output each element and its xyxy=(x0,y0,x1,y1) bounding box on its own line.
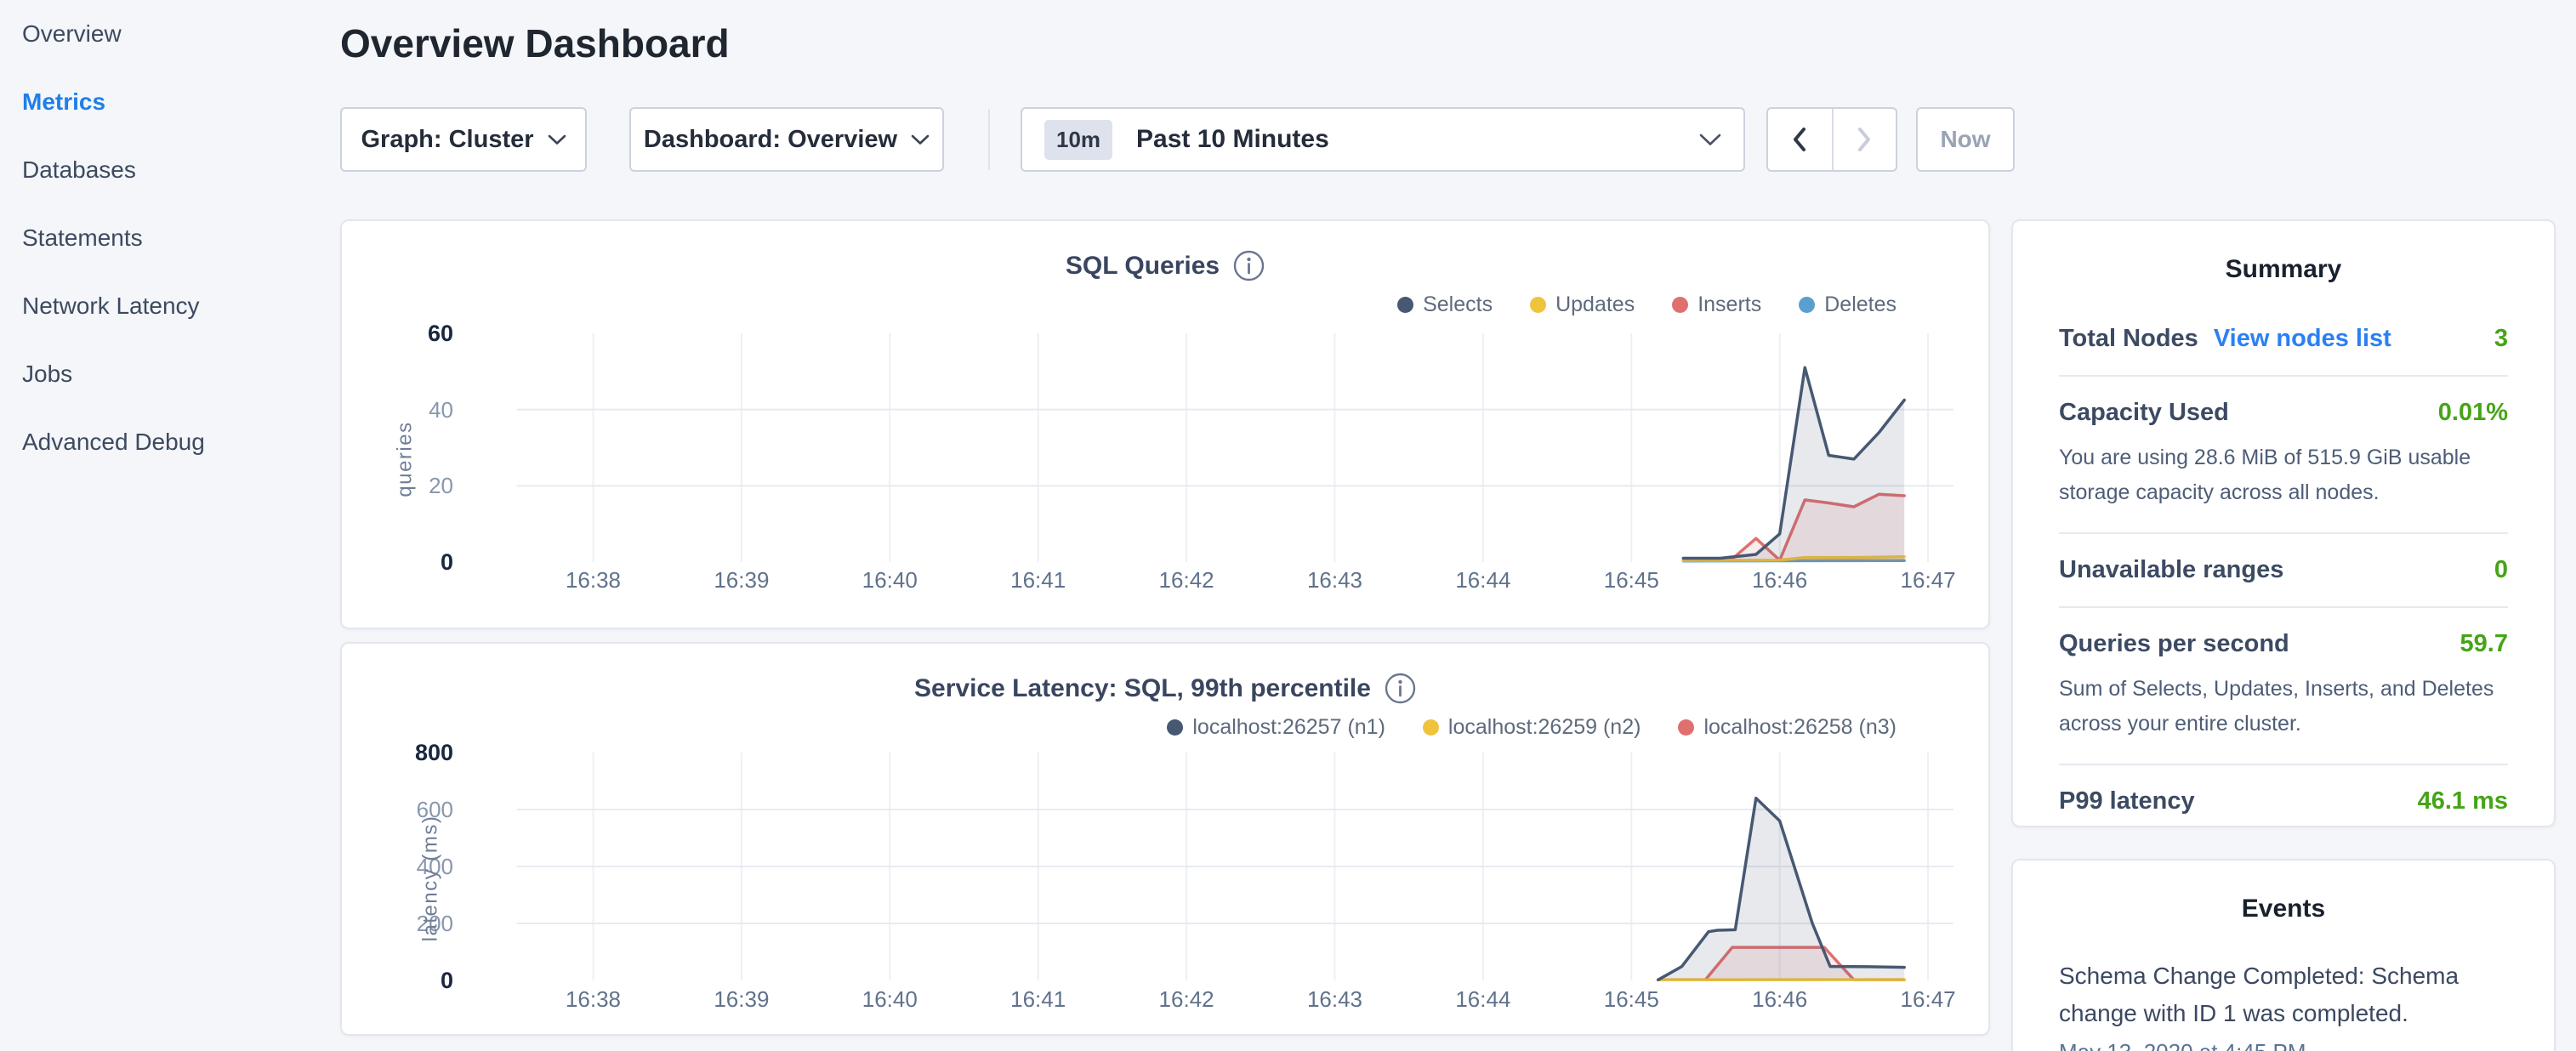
sidebar-item-metrics[interactable]: Metrics xyxy=(0,68,340,136)
chart-svg xyxy=(342,644,1988,1034)
summary-row-description: Sum of Selects, Updates, Inserts, and De… xyxy=(2059,672,2508,741)
sidebar-item-advanced-debug[interactable]: Advanced Debug xyxy=(0,408,340,476)
x-axis-tick-label: 16:45 xyxy=(1580,986,1682,1013)
dashboard-dropdown-label: Dashboard: Overview xyxy=(644,126,897,154)
x-axis-tick-label: 16:43 xyxy=(1284,986,1386,1013)
y-axis-tick-label: 0 xyxy=(342,968,453,994)
chevron-left-icon xyxy=(1791,127,1808,152)
dashboard-dropdown[interactable]: Dashboard: Overview xyxy=(629,107,944,172)
graph-dropdown[interactable]: Graph: Cluster xyxy=(340,107,587,172)
sidebar-item-network-latency[interactable]: Network Latency xyxy=(0,272,340,340)
y-axis-tick-label: 800 xyxy=(342,740,453,766)
time-window-badge: 10m xyxy=(1044,120,1112,160)
sidebar-item-databases[interactable]: Databases xyxy=(0,136,340,204)
x-axis-tick-label: 16:42 xyxy=(1135,986,1237,1013)
summary-row-label: Total Nodes xyxy=(2059,325,2198,353)
summary-title: Summary xyxy=(2013,221,2554,284)
events-title: Events xyxy=(2013,861,2554,923)
summary-row-queries-per-second: Queries per second 59.7 Sum of Selects, … xyxy=(2059,608,2508,764)
next-range-button[interactable] xyxy=(1832,109,1896,170)
summary-panel: Summary Total Nodes View nodes list 3 Ca… xyxy=(2011,219,2556,827)
summary-row-value: 3 xyxy=(2494,325,2508,353)
view-nodes-list-link[interactable]: View nodes list xyxy=(2214,325,2391,353)
y-axis-tick-label: 40 xyxy=(342,397,453,423)
summary-row-label: Unavailable ranges xyxy=(2059,556,2283,584)
summary-row-value: 0.01% xyxy=(2438,399,2508,427)
summary-row-unavailable-ranges: Unavailable ranges 0 xyxy=(2059,534,2508,606)
summary-row-value: 46.1 ms xyxy=(2418,787,2508,815)
summary-row-value: 0 xyxy=(2494,556,2508,584)
graph-dropdown-label: Graph: Cluster xyxy=(361,126,533,154)
time-window-label: Past 10 Minutes xyxy=(1136,125,1329,154)
summary-row-value: 59.7 xyxy=(2460,630,2508,658)
x-axis-tick-label: 16:44 xyxy=(1432,986,1534,1013)
events-panel: Events Schema Change Completed: Schema c… xyxy=(2011,859,2556,1051)
overview-dashboard-page: { "sidebar": { "items": [ { "label": "Ov… xyxy=(0,0,2576,1051)
event-message: Schema Change Completed: Schema change w… xyxy=(2059,957,2508,1032)
page-title: Overview Dashboard xyxy=(340,20,730,66)
time-step-buttons xyxy=(1766,107,1897,172)
y-axis-label: queries xyxy=(394,421,418,497)
x-axis-tick-label: 16:41 xyxy=(987,986,1089,1013)
series-area-Selects xyxy=(1683,367,1904,562)
x-axis-tick-label: 16:42 xyxy=(1135,567,1237,594)
summary-row-label: Capacity Used xyxy=(2059,399,2229,427)
chevron-down-icon xyxy=(1699,134,1721,146)
x-axis-tick-label: 16:40 xyxy=(839,567,941,594)
x-axis-tick-label: 16:38 xyxy=(543,986,645,1013)
x-axis-tick-label: 16:46 xyxy=(1729,986,1831,1013)
summary-row-capacity-used: Capacity Used 0.01% You are using 28.6 M… xyxy=(2059,377,2508,532)
x-axis-tick-label: 16:47 xyxy=(1877,567,1979,594)
chevron-down-icon xyxy=(911,134,930,145)
prev-range-button[interactable] xyxy=(1768,109,1832,170)
service-latency-chart-panel: Service Latency: SQL, 99th percentile lo… xyxy=(340,642,1990,1036)
summary-row-total-nodes: Total Nodes View nodes list 3 xyxy=(2059,284,2508,375)
x-axis-tick-label: 16:43 xyxy=(1284,567,1386,594)
x-axis-tick-label: 16:41 xyxy=(987,567,1089,594)
chevron-right-icon xyxy=(1856,127,1873,152)
summary-row-label: P99 latency xyxy=(2059,787,2195,815)
summary-row-description: You are using 28.6 MiB of 515.9 GiB usab… xyxy=(2059,440,2508,510)
sidebar-item-overview[interactable]: Overview xyxy=(0,0,340,68)
x-axis-tick-label: 16:40 xyxy=(839,986,941,1013)
y-axis-tick-label: 60 xyxy=(342,321,453,347)
summary-row-label: Queries per second xyxy=(2059,630,2289,658)
y-axis-label: latency (ms) xyxy=(418,815,442,942)
sidebar-item-statements[interactable]: Statements xyxy=(0,204,340,272)
x-axis-tick-label: 16:45 xyxy=(1580,567,1682,594)
x-axis-tick-label: 16:44 xyxy=(1432,567,1534,594)
event-timestamp: May 13, 2020 at 4:45 PM xyxy=(2059,1039,2508,1051)
now-button[interactable]: Now xyxy=(1916,107,2015,172)
x-axis-tick-label: 16:39 xyxy=(691,986,793,1013)
x-axis-tick-label: 16:38 xyxy=(543,567,645,594)
x-axis-tick-label: 16:47 xyxy=(1877,986,1979,1013)
chevron-down-icon xyxy=(548,134,566,145)
time-window-selector[interactable]: 10m Past 10 Minutes xyxy=(1021,107,1745,172)
summary-row-p99-latency: P99 latency 46.1 ms xyxy=(2059,765,2508,838)
sql-queries-chart-panel: SQL Queries SelectsUpdatesInsertsDeletes… xyxy=(340,219,1990,629)
y-axis-tick-label: 0 xyxy=(342,549,453,576)
header-divider xyxy=(988,109,990,170)
sidebar-item-jobs[interactable]: Jobs xyxy=(0,340,340,408)
x-axis-tick-label: 16:46 xyxy=(1729,567,1831,594)
x-axis-tick-label: 16:39 xyxy=(691,567,793,594)
sidebar: Overview Metrics Databases Statements Ne… xyxy=(0,0,340,1051)
